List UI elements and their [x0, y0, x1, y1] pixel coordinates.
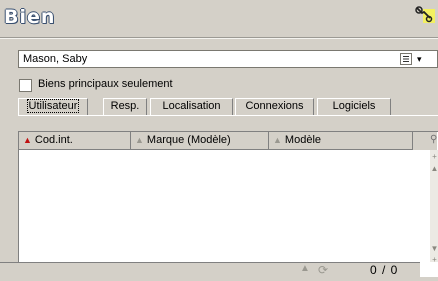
column-label: Marque (Modèle) — [146, 134, 231, 146]
tab-utilisateur[interactable]: Utilisateur — [18, 98, 88, 115]
vertical-scrollbar[interactable]: + ▲ ▼ + — [430, 150, 438, 264]
scroll-first-button[interactable]: + — [430, 152, 438, 161]
scroll-down-button[interactable]: ▼ — [430, 244, 438, 253]
sort-icon: ▲ — [273, 135, 282, 145]
column-header-modele[interactable]: ▲ Modèle — [269, 132, 413, 150]
tools-icon — [415, 6, 435, 23]
tab-localisation[interactable]: Localisation — [150, 98, 233, 115]
refresh-icon[interactable]: ⟳ — [318, 263, 328, 277]
title-divider-highlight — [0, 38, 438, 39]
tab-resp[interactable]: Resp. — [103, 98, 147, 115]
scroll-last-button[interactable]: + — [430, 255, 438, 264]
parent-up-icon[interactable]: ▲ — [300, 263, 310, 274]
column-label: Modèle — [284, 134, 321, 146]
column-header-marque[interactable]: ▲ Marque (Modèle) — [131, 132, 269, 150]
scroll-up-button[interactable]: ▲ — [430, 164, 438, 173]
user-combo[interactable]: Mason, Saby ▾ — [18, 50, 438, 68]
column-header-cod-int[interactable]: ▲ Cod.int. — [19, 132, 131, 150]
tab-logiciels[interactable]: Logiciels — [317, 98, 391, 115]
window-title: Bien — [4, 6, 56, 28]
asset-grid[interactable]: ▲ Cod.int. ▲ Marque (Modèle) ▲ Modèle ⚲ + ▲… — [18, 131, 438, 277]
user-combo-value: Mason, Saby — [23, 53, 88, 65]
tab-utilisateur-label: Utilisateur — [26, 99, 80, 113]
column-label: Cod.int. — [34, 134, 73, 146]
tab-connexions[interactable]: Connexions — [235, 98, 314, 115]
main-assets-checkbox[interactable] — [19, 79, 32, 92]
sort-asc-icon: ▲ — [23, 135, 32, 145]
sort-icon: ▲ — [135, 135, 144, 145]
detail-icon[interactable] — [400, 53, 412, 65]
main-assets-label: Biens principaux seulement — [38, 78, 173, 90]
status-bar: ▲ ⟳ 0 / 0 — [0, 262, 420, 277]
tools-button[interactable] — [414, 4, 436, 28]
grid-header: ▲ Cod.int. ▲ Marque (Modèle) ▲ Modèle ⚲ — [19, 132, 437, 150]
tab-strip-line — [18, 115, 438, 116]
chevron-down-icon[interactable]: ▾ — [417, 54, 422, 65]
record-count: 0 / 0 — [370, 263, 399, 277]
magnifier-icon[interactable]: ⚲ — [430, 134, 437, 145]
